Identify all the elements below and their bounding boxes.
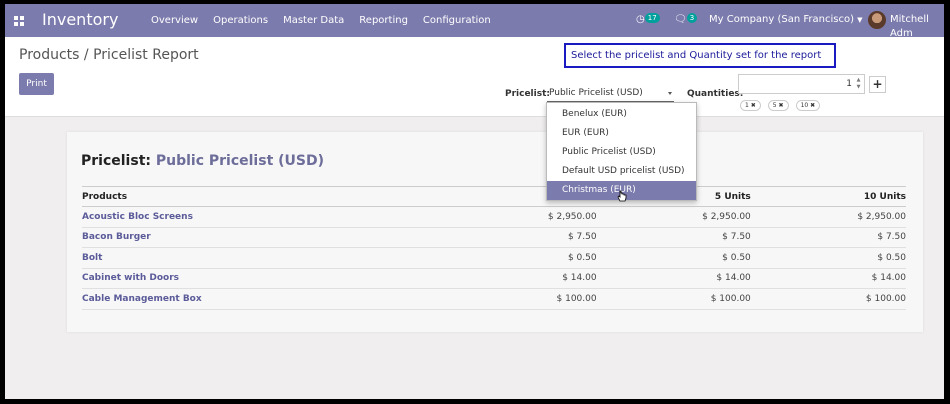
top-navbar: Inventory Overview Operations Master Dat… bbox=[5, 4, 944, 39]
quantity-tag-label: 10 bbox=[800, 102, 809, 109]
dropdown-option[interactable]: Public Pricelist (USD) bbox=[547, 143, 696, 162]
dropdown-option[interactable]: Default USD pricelist (USD) bbox=[547, 162, 696, 181]
app-name[interactable]: Inventory bbox=[42, 10, 118, 30]
quantity-tag-label: 5 bbox=[772, 102, 777, 109]
remove-icon[interactable]: ✖ bbox=[810, 102, 815, 109]
price-cell: $ 100.00 bbox=[596, 288, 751, 310]
avatar[interactable] bbox=[868, 11, 886, 29]
dropdown-option[interactable]: EUR (EUR) bbox=[547, 124, 696, 143]
menu-reporting[interactable]: Reporting bbox=[359, 14, 408, 28]
quantity-input-value: 1 bbox=[846, 79, 852, 89]
messages-indicator[interactable]: 🗨 3 bbox=[674, 13, 698, 27]
report-title: Pricelist: Public Pricelist (USD) bbox=[81, 153, 324, 169]
menu-operations[interactable]: Operations bbox=[213, 14, 268, 28]
price-cell: $ 2,950.00 bbox=[596, 206, 751, 228]
pricelist-table: Products 5 Units 10 Units Acoustic Bloc … bbox=[82, 186, 906, 310]
add-quantity-button[interactable]: + bbox=[869, 76, 886, 93]
activity-indicator[interactable]: ◷ 17 bbox=[636, 13, 660, 27]
column-header-10-units: 10 Units bbox=[750, 186, 906, 207]
table-row: Cabinet with Doors $ 14.00 $ 14.00 $ 14.… bbox=[82, 268, 906, 289]
price-cell: $ 0.50 bbox=[596, 247, 751, 269]
menu-overview[interactable]: Overview bbox=[151, 14, 198, 28]
quantity-tag[interactable]: 1 ✖ bbox=[740, 100, 761, 111]
print-button[interactable]: Print bbox=[19, 73, 54, 95]
report-title-value: Public Pricelist (USD) bbox=[155, 153, 325, 169]
column-header-products: Products bbox=[82, 186, 458, 207]
breadcrumb[interactable]: Products / Pricelist Report bbox=[19, 47, 199, 63]
remove-icon[interactable]: ✖ bbox=[779, 102, 784, 109]
price-cell: $ 7.50 bbox=[596, 227, 751, 248]
price-cell: $ 0.50 bbox=[457, 247, 597, 269]
caret-down-icon: ▼ bbox=[857, 16, 863, 24]
price-cell: $ 2,950.00 bbox=[750, 206, 906, 228]
pricelist-label: Pricelist: bbox=[505, 89, 550, 99]
pricelist-select[interactable]: Public Pricelist (USD) bbox=[547, 85, 674, 102]
price-cell: $ 0.50 bbox=[750, 247, 906, 269]
quantity-tags: 1 ✖ 5 ✖ 10 ✖ bbox=[740, 100, 827, 111]
quantity-stepper[interactable]: ▲ ▼ bbox=[855, 77, 862, 91]
table-row: Cable Management Box $ 100.00 $ 100.00 $… bbox=[82, 288, 906, 310]
quantity-tag-label: 1 bbox=[745, 102, 749, 109]
price-cell: $ 14.00 bbox=[750, 268, 906, 289]
control-panel: Products / Pricelist Report Print Select… bbox=[5, 37, 944, 117]
price-cell: $ 7.50 bbox=[750, 227, 906, 248]
menu-configuration[interactable]: Configuration bbox=[423, 14, 491, 28]
quantity-tag[interactable]: 5 ✖ bbox=[767, 100, 789, 111]
table-row: Acoustic Bloc Screens $ 2,950.00 $ 2,950… bbox=[82, 206, 906, 228]
price-cell: $ 14.00 bbox=[596, 268, 751, 289]
product-name[interactable]: Cable Management Box bbox=[82, 288, 458, 310]
chat-icon: 🗨 bbox=[674, 14, 687, 25]
caret-down-icon bbox=[668, 92, 672, 95]
report-sheet: Pricelist: Public Pricelist (USD) Produc… bbox=[67, 132, 923, 332]
price-cell: $ 100.00 bbox=[750, 288, 906, 310]
activity-badge: 17 bbox=[644, 13, 660, 23]
menu-master-data[interactable]: Master Data bbox=[283, 14, 344, 28]
table-header-row: Products 5 Units 10 Units bbox=[82, 186, 906, 207]
price-cell: $ 2,950.00 bbox=[457, 206, 597, 228]
price-cell: $ 14.00 bbox=[457, 268, 597, 289]
app-window: Inventory Overview Operations Master Dat… bbox=[5, 4, 944, 399]
price-cell: $ 7.50 bbox=[457, 227, 597, 248]
product-name[interactable]: Cabinet with Doors bbox=[82, 268, 458, 289]
product-name[interactable]: Bacon Burger bbox=[82, 227, 458, 248]
report-title-label: Pricelist: bbox=[81, 153, 151, 169]
dropdown-option[interactable]: Benelux (EUR) bbox=[547, 105, 696, 124]
main-menu: Overview Operations Master Data Reportin… bbox=[151, 14, 506, 28]
annotation-callout: Select the pricelist and Quantity set fo… bbox=[564, 43, 836, 68]
pricelist-select-value: Public Pricelist (USD) bbox=[549, 88, 643, 98]
pricelist-dropdown-menu: Benelux (EUR) EUR (EUR) Public Pricelist… bbox=[546, 102, 697, 201]
table-row: Bacon Burger $ 7.50 $ 7.50 $ 7.50 bbox=[82, 227, 906, 248]
quantity-input[interactable]: 1 ▲ ▼ bbox=[738, 74, 865, 94]
apps-grid-icon[interactable] bbox=[14, 16, 24, 26]
price-cell: $ 100.00 bbox=[457, 288, 597, 310]
quantities-label: Quantities: bbox=[687, 89, 744, 99]
remove-icon[interactable]: ✖ bbox=[751, 102, 756, 109]
product-name[interactable]: Acoustic Bloc Screens bbox=[82, 206, 458, 228]
company-switcher[interactable]: My Company (San Francisco) ▼ bbox=[709, 13, 863, 27]
table-row: Bolt $ 0.50 $ 0.50 $ 0.50 bbox=[82, 247, 906, 269]
clock-icon: ◷ bbox=[636, 14, 645, 25]
quantity-tag[interactable]: 10 ✖ bbox=[795, 100, 821, 111]
company-name: My Company (San Francisco) bbox=[709, 14, 854, 25]
hand-cursor-icon bbox=[617, 190, 627, 202]
message-badge: 3 bbox=[686, 13, 698, 23]
product-name[interactable]: Bolt bbox=[82, 247, 458, 269]
